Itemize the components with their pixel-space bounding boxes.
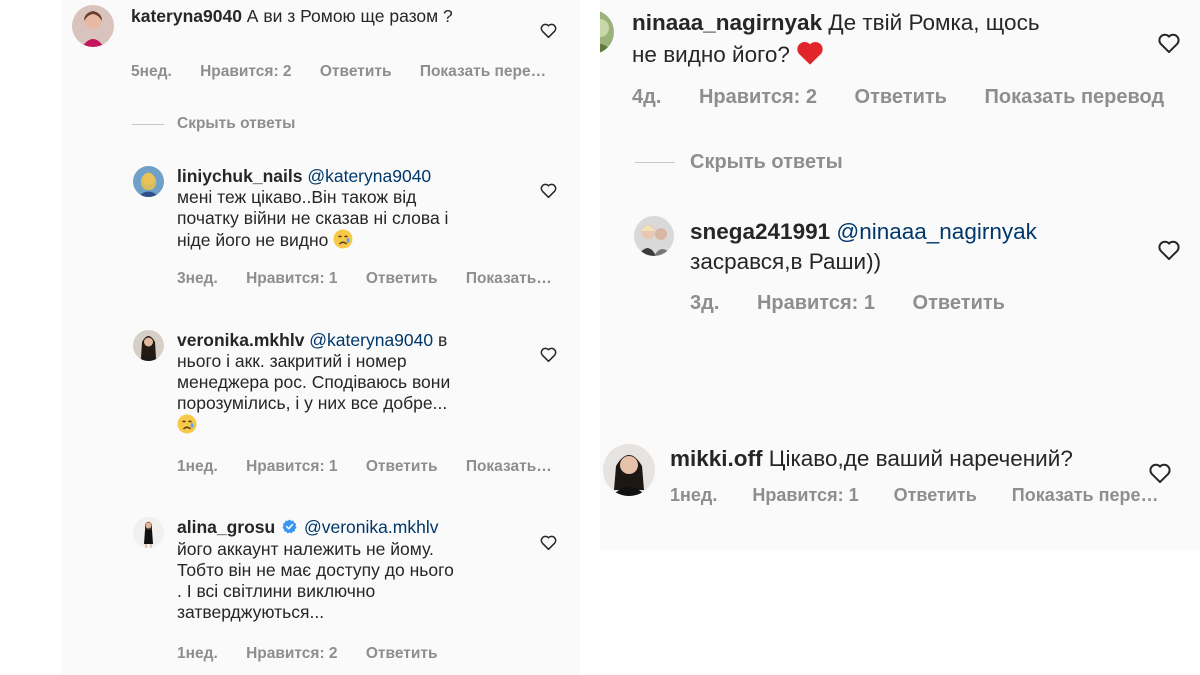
comment-meta: 3д. Нравится: 1 Ответить [690,292,1037,315]
comment-meta: 1нед. Нравится: 1 Ответить Показать пере… [670,485,1190,506]
comment-text: kateryna9040 А ви з Ромою ще разом ? [131,6,471,27]
comment-line: порозумілись, і у них все добре... [177,393,448,413]
comment-line: мені теж цікаво..Він також від [177,187,417,207]
heart-outline-icon[interactable] [540,347,557,362]
comment-body: Цікаво,де ваший наречений? [768,446,1073,471]
timestamp: 1нед. [177,645,218,662]
comment-line: не видно його? [632,42,790,67]
timestamp: 3нед. [177,270,218,287]
username[interactable]: ninaaa_nagirnyak [632,10,822,35]
reply-button[interactable]: Ответить [913,292,1005,315]
comment-body: А ви з Ромою ще разом ? [246,6,453,26]
likes-count[interactable]: Нравится: 1 [752,485,858,506]
translate-button[interactable]: Показать пере… [1012,485,1159,506]
heart-outline-icon[interactable] [540,23,557,38]
avatar[interactable] [603,444,655,496]
comment-meta: 5нед. Нравится: 2 Ответить Показать пере… [131,63,570,81]
likes-count[interactable]: Нравится: 1 [757,292,875,315]
comment-line: . І всі світлини виключно [177,580,376,601]
likes-count[interactable]: Нравится: 1 [246,270,337,288]
likes-count[interactable]: Нравится: 2 [699,86,817,109]
timestamp: 1нед. [670,485,718,505]
comment-line: в [438,330,448,350]
comment-line: ніде його не видно [177,230,329,250]
comment-line: затверджуються... [177,601,325,622]
right-comments-panel: ninaaa_nagirnyak Де твій Ромка, щось не … [600,0,1200,550]
reply-button[interactable]: Ответить [366,458,438,476]
crying-face-emoji [177,414,197,439]
reply-button[interactable]: Ответить [320,63,392,81]
username[interactable]: kateryna9040 [131,6,242,26]
heart-outline-icon[interactable] [1149,463,1171,483]
timestamp: 4д. [632,86,662,108]
hide-replies-line [635,162,675,163]
comment-text: liniychuk_nails @kateryna9040 мені теж ц… [177,166,557,254]
reply-button[interactable]: Ответить [855,86,947,109]
comment-line: засрався,в Раши)) [690,249,882,274]
avatar[interactable] [72,5,114,47]
username[interactable]: veronika.mkhlv [177,330,304,350]
comment-text: mikki.off Цікаво,де ваший наречений? [670,445,1170,472]
avatar[interactable] [600,10,614,54]
username[interactable]: snega241991 [690,219,830,244]
avatar[interactable] [133,166,164,197]
username[interactable]: mikki.off [670,446,763,471]
heart-outline-icon[interactable] [540,183,557,198]
translate-button[interactable]: Показать перевод [985,86,1165,109]
avatar[interactable] [133,330,164,361]
hide-replies-button[interactable]: Скрыть ответы [177,115,295,133]
timestamp: 1нед. [177,458,218,475]
mention-link[interactable]: @kateryna9040 [307,166,431,186]
comment-line: початку війни не сказав ні слова і [177,208,449,228]
avatar[interactable] [634,216,674,256]
reply-button[interactable]: Ответить [366,645,438,663]
likes-count[interactable]: Нравится: 1 [246,458,337,476]
username[interactable]: liniychuk_nails [177,166,302,186]
heart-outline-icon[interactable] [1158,240,1180,260]
comment-text: ninaaa_nagirnyak Де твій Ромка, щось не … [632,9,1142,72]
mention-link[interactable]: @kateryna9040 [309,330,433,350]
hide-replies-line [132,124,164,125]
translate-button[interactable]: Показать… [466,458,552,476]
reply-button[interactable]: Ответить [894,485,977,506]
translate-button[interactable]: Показать… [466,270,552,288]
mention-link[interactable]: @veronika.mkhlv [304,517,438,537]
comment-text: snega241991 @ninaaa_nagirnyak засрався,в… [690,218,1160,275]
timestamp: 3д. [690,292,720,314]
comment-meta: 3нед. Нравится: 1 Ответить Показать… [177,270,576,288]
likes-count[interactable]: Нравится: 2 [246,645,337,663]
crying-face-emoji [333,229,353,254]
comment-line: нього і акк. закритий і номер [177,351,407,371]
heart-outline-icon[interactable] [540,535,557,550]
comment-line: менеджера рос. Сподіваюсь вони [177,372,451,392]
verified-badge-icon [282,518,297,539]
comment-meta: 1нед. Нравится: 2 Ответить [177,645,462,663]
mention-link[interactable]: @ninaaa_nagirnyak [836,219,1036,244]
left-comments-panel: kateryna9040 А ви з Ромою ще разом ? 5не… [62,0,580,675]
comment-line: Де твій Ромка, щось [828,10,1040,35]
avatar[interactable] [133,517,164,548]
comment-text: veronika.mkhlv @kateryna9040 в нього і а… [177,330,557,439]
comment-text: alina_grosu @veronika.mkhlv його аккаунт… [177,517,557,623]
reply-button[interactable]: Ответить [366,270,438,288]
comment-meta: 4д. Нравится: 2 Ответить Показать перево… [632,86,1196,109]
comment-line: його аккаунт належить не йому. [177,538,434,559]
red-heart-emoji [796,40,824,72]
hide-replies-button[interactable]: Скрыть ответы [690,151,843,174]
heart-outline-icon[interactable] [1158,33,1180,53]
translate-button[interactable]: Показать пере… [420,63,546,81]
comment-line: Тобто він не має доступу до нього [177,559,454,580]
comment-meta: 1нед. Нравится: 1 Ответить Показать… [177,458,576,476]
likes-count[interactable]: Нравится: 2 [200,63,291,81]
username[interactable]: alina_grosu [177,517,275,537]
timestamp: 5нед. [131,63,172,80]
